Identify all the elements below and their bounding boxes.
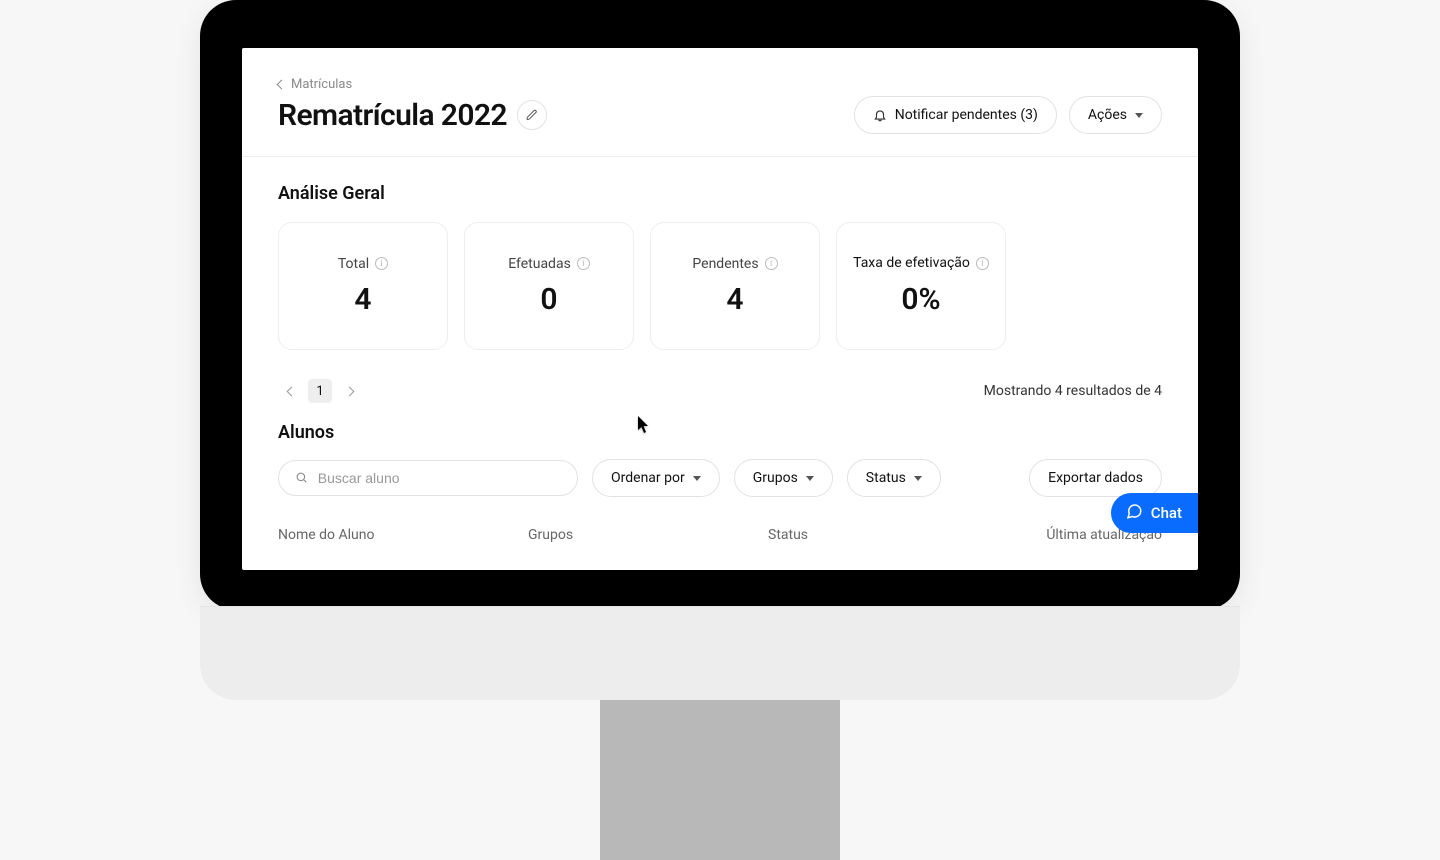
card-total: Total i 4 <box>278 222 448 350</box>
breadcrumb[interactable]: Matrículas <box>278 77 352 92</box>
pagination: 1 <box>278 378 362 404</box>
chevron-right-icon <box>344 386 354 396</box>
card-pendentes: Pendentes i 4 <box>650 222 820 350</box>
info-icon[interactable]: i <box>375 257 388 270</box>
chevron-down-icon <box>693 476 701 481</box>
actions-label: Ações <box>1088 107 1127 123</box>
groups-dropdown[interactable]: Grupos <box>734 459 833 497</box>
info-icon[interactable]: i <box>976 257 989 270</box>
monitor-chin <box>200 606 1240 700</box>
page-number[interactable]: 1 <box>308 379 332 403</box>
actions-dropdown[interactable]: Ações <box>1069 96 1162 134</box>
search-icon <box>295 471 308 485</box>
page-next-button[interactable] <box>336 378 362 404</box>
card-value: 0 <box>540 282 557 317</box>
col-groups: Grupos <box>528 527 728 543</box>
title-left: Rematrícula 2022 <box>278 98 547 133</box>
monitor-frame: Matrículas Rematrícula 2022 <box>200 0 1240 860</box>
card-label: Taxa de efetivação <box>853 255 970 273</box>
sort-dropdown[interactable]: Ordenar por <box>592 459 720 497</box>
card-label: Efetuadas <box>508 256 571 272</box>
breadcrumb-label: Matrículas <box>291 77 352 92</box>
sort-label: Ordenar por <box>611 470 685 486</box>
search-input[interactable] <box>318 470 561 486</box>
monitor-bezel: Matrículas Rematrícula 2022 <box>200 0 1240 610</box>
groups-label: Grupos <box>753 470 798 486</box>
notify-pending-button[interactable]: Notificar pendentes (3) <box>854 96 1057 134</box>
chevron-down-icon <box>806 476 814 481</box>
page-prev-button[interactable] <box>278 378 304 404</box>
status-label: Status <box>866 470 906 486</box>
col-status: Status <box>768 527 968 543</box>
card-value: 4 <box>354 282 371 317</box>
chevron-left-icon <box>286 386 296 396</box>
analysis-cards: Total i 4 Efetuadas i 0 <box>278 222 1162 350</box>
monitor-stand <box>600 700 840 860</box>
edit-title-button[interactable] <box>517 100 547 130</box>
analysis-title: Análise Geral <box>278 183 1162 204</box>
pencil-icon <box>526 109 538 121</box>
bell-icon <box>873 108 887 122</box>
students-title: Alunos <box>278 422 1162 443</box>
chevron-down-icon <box>1135 113 1143 118</box>
results-count: Mostrando 4 resultados de 4 <box>984 383 1162 399</box>
title-actions: Notificar pendentes (3) Ações <box>854 96 1162 134</box>
chat-label: Chat <box>1151 504 1182 522</box>
app-root: Matrículas Rematrícula 2022 <box>242 48 1198 543</box>
export-label: Exportar dados <box>1048 470 1143 486</box>
status-dropdown[interactable]: Status <box>847 459 941 497</box>
card-efetuadas: Efetuadas i 0 <box>464 222 634 350</box>
pagination-row: 1 Mostrando 4 resultados de 4 <box>278 378 1162 404</box>
info-icon[interactable]: i <box>765 257 778 270</box>
search-input-wrapper[interactable] <box>278 460 578 496</box>
divider <box>242 156 1198 157</box>
card-value: 0% <box>901 282 940 317</box>
card-value: 4 <box>726 282 743 317</box>
card-label: Pendentes <box>692 256 758 272</box>
chevron-left-icon <box>277 80 287 90</box>
chat-icon <box>1125 502 1143 524</box>
col-name: Nome do Aluno <box>278 527 488 543</box>
page-title: Rematrícula 2022 <box>278 98 507 133</box>
chevron-down-icon <box>914 476 922 481</box>
notify-label: Notificar pendentes (3) <box>895 107 1038 123</box>
info-icon[interactable]: i <box>577 257 590 270</box>
table-header: Nome do Aluno Grupos Status Última atual… <box>278 527 1162 543</box>
chat-button[interactable]: Chat <box>1111 493 1198 533</box>
card-taxa: Taxa de efetivação i 0% <box>836 222 1006 350</box>
card-label: Total <box>338 256 369 272</box>
title-row: Rematrícula 2022 <box>278 96 1162 134</box>
screen: Matrículas Rematrícula 2022 <box>242 48 1198 570</box>
export-button[interactable]: Exportar dados <box>1029 459 1162 497</box>
filters-row: Ordenar por Grupos Status Exportar dados <box>278 459 1162 497</box>
